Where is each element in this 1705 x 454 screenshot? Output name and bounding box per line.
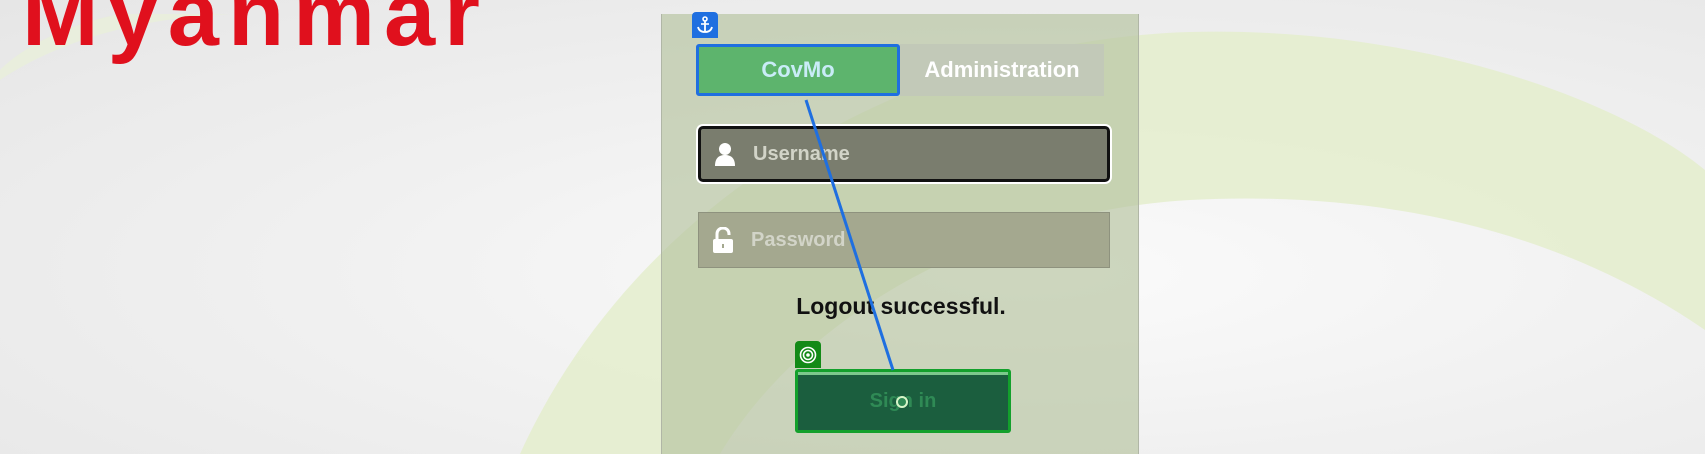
target-icon	[795, 341, 821, 368]
password-input[interactable]	[751, 213, 1109, 267]
click-point-marker	[896, 396, 908, 408]
lock-icon	[711, 227, 735, 253]
password-field[interactable]	[698, 212, 1110, 268]
tab-administration[interactable]: Administration	[900, 44, 1104, 96]
username-field[interactable]	[698, 126, 1110, 182]
brand-logo-text: Myanmar	[22, 0, 489, 65]
user-icon	[713, 141, 737, 167]
anchor-icon	[692, 12, 718, 38]
login-tabs: CovMo Administration	[696, 44, 1104, 96]
tab-covmo[interactable]: CovMo	[696, 44, 900, 96]
login-panel: CovMo Administration Logout s	[661, 14, 1139, 454]
logout-status-message: Logout successful.	[796, 293, 1006, 319]
username-input[interactable]	[753, 129, 1107, 179]
login-page: Myanmar CovMo Administration Username Lo…	[0, 0, 1705, 454]
